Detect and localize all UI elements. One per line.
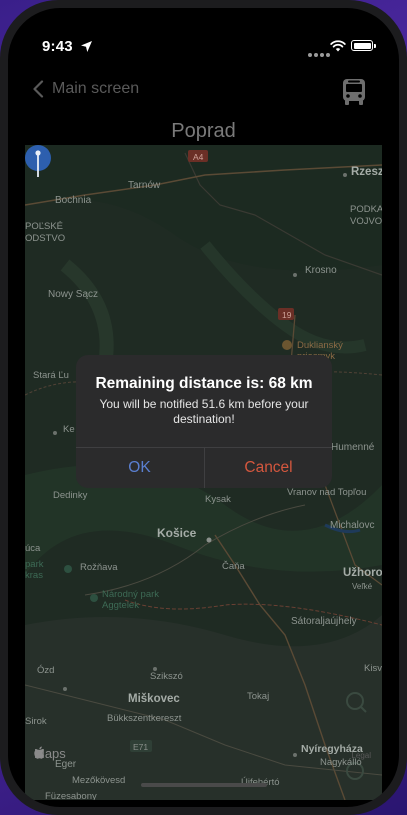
ok-button[interactable]: OK <box>76 448 203 488</box>
map-label: Sirok <box>25 716 47 727</box>
apple-maps-logo: Maps <box>34 746 66 761</box>
wifi-icon <box>330 40 346 52</box>
map-label: Ke <box>63 424 75 435</box>
map-label: Aggtelek <box>102 600 139 611</box>
map-label: Užhoro <box>343 567 382 579</box>
status-bar: 9:43 <box>8 38 399 58</box>
map-label: VOJVO <box>350 216 382 227</box>
map-label: PODKAR <box>350 204 382 215</box>
back-button-label: Main screen <box>52 80 140 97</box>
navigation-bar: Main screen <box>8 74 399 114</box>
map-label: ODSTVO <box>25 233 66 244</box>
map-label: Bochnia <box>55 195 92 206</box>
map-label: Füzesabony <box>45 791 97 800</box>
map-label: Nowy Sącz <box>48 289 99 300</box>
map-label: Michalovc <box>330 520 375 531</box>
map-label: Ózd <box>37 665 55 676</box>
apple-logo-icon <box>34 746 45 759</box>
map-label: Kisv <box>364 663 382 674</box>
map-label: Národný park <box>102 589 160 600</box>
map-label: Stará Ľu <box>33 370 69 381</box>
battery-icon <box>351 40 376 51</box>
map-label: úca <box>25 543 41 554</box>
road-label-a4: A4 <box>193 152 204 162</box>
signal-dots-icon <box>308 44 332 62</box>
map-label: Čaňa <box>222 561 245 572</box>
map-label: Kysak <box>205 494 231 505</box>
screen-bezel: 9:43 Main screen Poprad A4 19 E71 Rzesz … <box>8 8 399 807</box>
map-label: Veľké <box>352 582 373 591</box>
road-label-19: 19 <box>282 310 292 320</box>
map-label: Tokaj <box>247 691 270 702</box>
map-label: park <box>25 559 44 570</box>
distance-alert-dialog: Remaining distance is: 68 km You will be… <box>76 355 332 488</box>
page-title: Poprad <box>171 120 236 142</box>
map-label: Košice <box>157 526 197 540</box>
status-time: 9:43 <box>42 38 73 55</box>
legal-link[interactable]: Legal <box>351 751 371 760</box>
alert-title: Remaining distance is: 68 km <box>95 375 313 392</box>
map-label: Miškovec <box>128 693 180 705</box>
map-label: Szikszó <box>150 671 183 682</box>
map-label: Tarnów <box>128 180 161 191</box>
road-label-e71: E71 <box>133 742 149 752</box>
map-label: Vranov nad Topľou <box>287 487 367 498</box>
chevron-left-icon <box>33 80 44 98</box>
bus-icon[interactable] <box>341 78 367 106</box>
location-arrow-icon <box>81 41 92 52</box>
map-label: Rožňava <box>80 562 118 573</box>
home-indicator[interactable] <box>141 783 267 787</box>
app-screen: 9:43 Main screen Poprad A4 19 E71 Rzesz … <box>8 8 399 807</box>
map-label: Humenné <box>331 442 375 453</box>
phone-frame: 9:43 Main screen Poprad A4 19 E71 Rzesz … <box>0 0 407 815</box>
map-label: Sátoraljaújhely <box>291 616 357 627</box>
alert-message: You will be notified 51.6 km before your… <box>99 397 309 426</box>
map-label: Duklianský <box>297 340 343 351</box>
map-label: Bükkszentkereszt <box>107 713 182 724</box>
cancel-button[interactable]: Cancel <box>205 448 332 488</box>
back-button[interactable]: Main screen <box>32 80 139 98</box>
map-label: Rzeszó <box>351 166 382 178</box>
map-pin-icon[interactable] <box>25 145 51 183</box>
map-label: POĽSKÉ <box>25 221 64 232</box>
map-label: Krosno <box>305 265 337 276</box>
map-label: Mezőkövesd <box>72 775 126 786</box>
map-label: kras <box>25 570 43 581</box>
map-label: Dedinky <box>53 490 88 501</box>
